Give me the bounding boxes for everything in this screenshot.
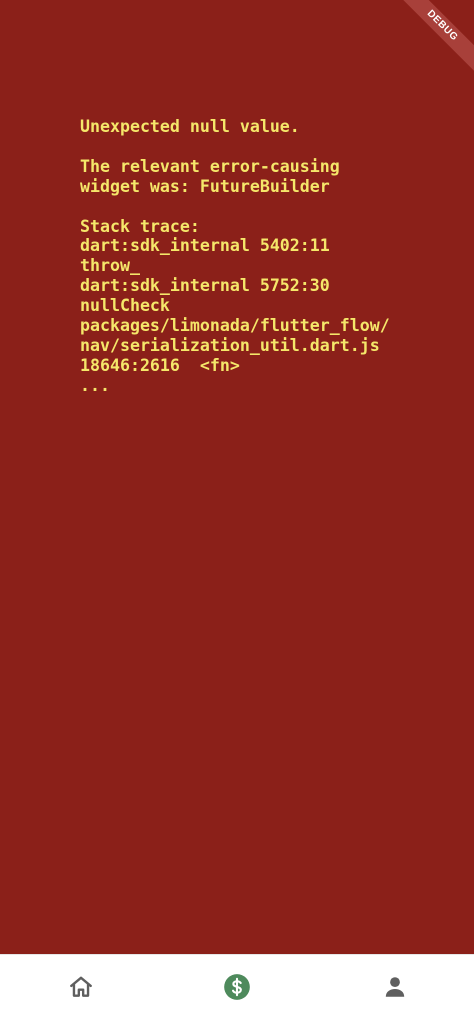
nav-item-profile[interactable] bbox=[375, 967, 415, 1007]
person-icon bbox=[385, 977, 405, 997]
error-screen: Unexpected null value. The relevant erro… bbox=[0, 0, 474, 954]
error-line: dart:sdk_internal 5752:30 bbox=[80, 276, 330, 296]
nav-item-home[interactable] bbox=[61, 967, 101, 1007]
error-line: nav/serialization_util.dart.js bbox=[80, 335, 380, 355]
error-line: throw_ bbox=[80, 256, 140, 276]
bottom-navigation-bar bbox=[0, 954, 474, 1020]
error-message: Unexpected null value. The relevant erro… bbox=[80, 117, 460, 396]
error-line: packages/limonada/flutter_flow/ bbox=[80, 316, 390, 336]
error-line: The relevant error-causing bbox=[80, 156, 340, 176]
error-line: Stack trace: bbox=[80, 216, 200, 236]
error-line: dart:sdk_internal 5402:11 bbox=[80, 236, 330, 256]
nav-item-wallet[interactable] bbox=[217, 967, 257, 1007]
home-icon bbox=[70, 976, 92, 997]
dollar-circle-icon bbox=[224, 974, 250, 1000]
error-line: nullCheck bbox=[80, 296, 170, 316]
error-line: 18646:2616 <fn> bbox=[80, 355, 240, 375]
error-line: widget was: FutureBuilder bbox=[80, 176, 330, 196]
error-line: ... bbox=[80, 375, 110, 395]
error-line: Unexpected null value. bbox=[80, 117, 300, 136]
debug-banner-label: DEBUG bbox=[394, 0, 474, 75]
debug-banner: DEBUG bbox=[394, 0, 474, 80]
